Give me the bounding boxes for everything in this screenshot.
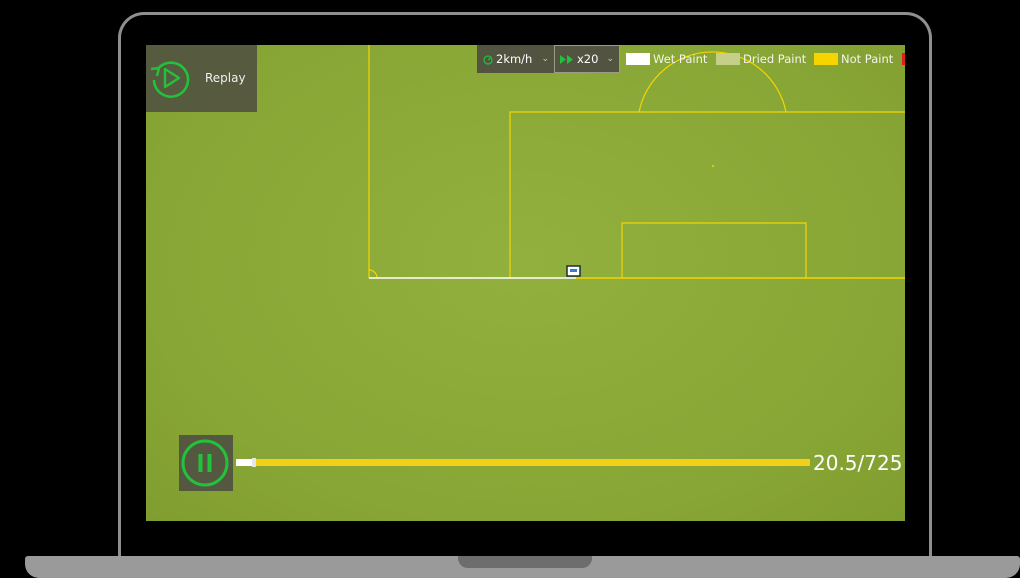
playback-progress-bar[interactable] [236, 458, 810, 468]
playback-multiplier-select[interactable]: x20 ⌄ [554, 45, 620, 73]
legend-wet-paint: Wet Paint [626, 52, 707, 66]
progress-text: 20.5/725 [813, 451, 903, 475]
progress-track [236, 459, 810, 466]
penalty-spot [712, 165, 714, 167]
legend-overflow [902, 52, 905, 66]
goal-area-line [621, 222, 807, 278]
pause-icon [181, 439, 229, 487]
progress-handle[interactable] [252, 458, 256, 467]
robot-icon [566, 265, 581, 277]
replay-icon [150, 61, 190, 98]
legend-label: Dried Paint [743, 52, 807, 66]
progress-fill [236, 459, 252, 466]
replay-button[interactable]: Replay [146, 45, 257, 112]
legend-swatch [814, 52, 838, 65]
fast-forward-icon [560, 55, 573, 64]
legend-not-paint: Not Paint [814, 52, 893, 66]
legend-swatch [902, 52, 905, 65]
corner-arc-line [368, 269, 378, 279]
legend-label: Wet Paint [653, 52, 708, 66]
field-view: Replay 2km/h ⌄ x20 ⌄ Wet Paint Dried Pai… [146, 45, 905, 521]
speed-gauge-icon [483, 54, 493, 65]
pause-button[interactable] [179, 435, 233, 491]
speed-select[interactable]: 2km/h ⌄ [477, 45, 554, 73]
legend-label: Not Paint [841, 52, 894, 66]
chevron-down-icon: ⌄ [541, 54, 549, 64]
speed-value: 2km/h [496, 52, 533, 66]
laptop-notch [458, 556, 592, 568]
legend-swatch [626, 52, 650, 65]
pitch-lines [368, 45, 905, 279]
replay-label: Replay [205, 71, 246, 85]
legend-dried-paint: Dried Paint [716, 52, 806, 66]
multiplier-value: x20 [577, 52, 599, 66]
chevron-down-icon: ⌄ [606, 54, 614, 64]
penalty-box-line [509, 111, 905, 278]
legend-swatch [716, 52, 740, 65]
